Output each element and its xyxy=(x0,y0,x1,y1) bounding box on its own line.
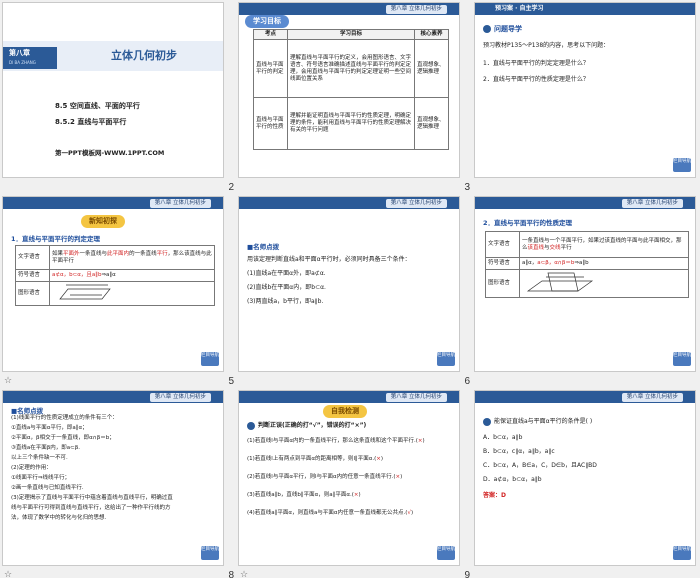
option-a: A．b⊂α，a∥b xyxy=(483,434,523,441)
header-bar: 第八章 立体几何初步 xyxy=(3,391,223,403)
slide-3: 预习案 · 自主学习 问题导学 预习教材P135～P138的内容，思考以下问题：… xyxy=(474,2,696,178)
slide-number: 6 xyxy=(464,376,470,387)
question-heading: 问题导学 xyxy=(483,25,522,34)
table-cell: 直线与平面平行的判定 xyxy=(253,39,288,98)
section-pill: 自我检测 xyxy=(323,405,367,418)
footer-text: 第一PPT模板网-WWW.1PPT.COM xyxy=(55,149,165,157)
theorem-table: 文字语言 一条直线与一个平面平行，如果过该直线的平面与此平面相交，那么该直线与交… xyxy=(485,231,689,298)
section-title: 8.5 空间直线、平面的平行 xyxy=(55,102,140,110)
slide-2: 第八章 立体几何初步 学习目标 考点 学习目标 核心素养 直线与平面平行的判定 … xyxy=(238,2,460,178)
back-to-nav-button[interactable]: 栏目导航 xyxy=(201,546,219,560)
definition-heading: 1．直线与平面平行的判定定理 xyxy=(11,235,101,243)
plane-figure xyxy=(59,284,111,300)
instruction-text: 判断正误(正确的打“√”，错误的打“×”) xyxy=(247,421,366,430)
star-icon: ☆ xyxy=(240,570,249,578)
table-cell: 理解直线与平面平行的定义，会用图形语言、文字语言、符号语言准确描述直线与平面平行… xyxy=(287,39,415,98)
option-d: D．a⊄α，b⊂α，a∥b xyxy=(483,476,542,483)
chapter-label: 第八章 xyxy=(9,49,30,57)
section-pill: 新知初探 xyxy=(81,215,125,228)
table-header: 核心素养 xyxy=(414,29,449,40)
header-bar: 第八章 立体几何初步 xyxy=(239,391,459,403)
slide-8: 第八章 立体几何初步 自我检测 判断正误(正确的打“√”，错误的打“×”) (1… xyxy=(238,390,460,566)
back-to-nav-button[interactable]: 栏目导航 xyxy=(437,352,455,366)
slide-9: 第八章 立体几何初步 能保证直线a与平面α平行的条件是( ) A．b⊂α，a∥b… xyxy=(474,390,696,566)
figure-cell xyxy=(49,281,215,306)
plane-intersection-figure xyxy=(526,272,594,292)
tip-heading: ■名师点拨 xyxy=(247,243,280,251)
slide-1: 第八章 DI BA ZHANG 立体几何初步 8.5 空间直线、平面的平行 8.… xyxy=(2,2,224,178)
slide-6: 第八章 立体几何初步 2．直线与平面平行的性质定理 文字语言 一条直线与一个平面… xyxy=(474,196,696,372)
answer-text: 答案：D xyxy=(483,492,506,499)
header-bar: 第八章 立体几何初步 xyxy=(475,391,695,403)
slide-title: 立体几何初步 xyxy=(111,49,177,62)
header-bar: 预习案 · 自主学习 xyxy=(475,3,695,15)
slide-number: 2 xyxy=(228,182,234,193)
question-2: 2．直线与平面平行的性质定理是什么？ xyxy=(483,76,589,83)
chapter-tag: 第八章 立体几何初步 xyxy=(385,5,447,14)
option-b: B．b⊂α，c∥α，a∥b，a∥c xyxy=(483,448,555,455)
table-header: 考点 xyxy=(253,29,288,40)
definition-heading: 2．直线与平面平行的性质定理 xyxy=(483,219,573,227)
header-bar: 第八章 立体几何初步 xyxy=(239,197,459,209)
star-icon: ☆ xyxy=(4,570,13,578)
header-bar: 第八章 立体几何初步 xyxy=(475,197,695,209)
slide-number: 9 xyxy=(464,570,470,578)
slide-7: 第八章 立体几何初步 ■名师点拨 (1)线面平行的性质定理成立的条件有三个： ①… xyxy=(2,390,224,566)
back-to-nav-button[interactable]: 栏目导航 xyxy=(673,352,691,366)
subsection-title: 8.5.2 直线与平面平行 xyxy=(55,118,127,126)
slide-number: 8 xyxy=(228,570,234,578)
question-icon xyxy=(483,25,491,33)
table-header: 学习目标 xyxy=(287,29,415,40)
theorem-table: 文字语言 如果平面外一条直线与此平面内的一条直线平行，那么该直线与此平面平行 符… xyxy=(15,245,215,306)
question-icon xyxy=(247,421,255,430)
question-1: 1．直线与平面平行的判定定理是什么？ xyxy=(483,60,589,67)
question-icon xyxy=(483,417,491,426)
chapter-pinyin: DI BA ZHANG xyxy=(9,60,36,65)
table-cell: 理解并能证明直线与平面平行的性质定理，明确定理的条件，能利用直线与平面平行的性质… xyxy=(287,97,415,150)
back-to-nav-button[interactable]: 栏目导航 xyxy=(201,352,219,366)
table-cell: 直线与平面平行的性质 xyxy=(253,97,288,150)
slide-number: 3 xyxy=(464,182,470,193)
section-pill: 学习目标 xyxy=(245,15,289,28)
table-cell: 直观想象、逻辑推理 xyxy=(414,97,449,150)
goals-table: 考点 学习目标 核心素养 直线与平面平行的判定 理解直线与平面平行的定义，会用图… xyxy=(253,29,449,150)
figure-cell xyxy=(519,269,689,298)
back-to-nav-button[interactable]: 栏目导航 xyxy=(437,546,455,560)
chapter-block: 第八章 DI BA ZHANG xyxy=(3,47,57,69)
header-bar: 第八章 立体几何初步 xyxy=(3,197,223,209)
preview-label: 预习案 · 自主学习 xyxy=(495,5,544,12)
slide-4: 第八章 立体几何初步 新知初探 1．直线与平面平行的判定定理 文字语言 如果平面… xyxy=(2,196,224,372)
table-cell: 直观想象、逻辑推理 xyxy=(414,39,449,98)
slide-5: 第八章 立体几何初步 ■名师点拨 用该定理判断直线a和平面α平行时，必须同时具备… xyxy=(238,196,460,372)
intro-text: 预习教材P135～P138的内容，思考以下问题： xyxy=(483,42,610,49)
back-to-nav-button[interactable]: 栏目导航 xyxy=(673,158,691,172)
back-to-nav-button[interactable]: 栏目导航 xyxy=(673,546,691,560)
header-bar: 第八章 立体几何初步 xyxy=(239,3,459,15)
question-text: 能保证直线a与平面α平行的条件是( ) xyxy=(483,417,592,426)
star-icon: ☆ xyxy=(4,376,13,386)
slide-number: 5 xyxy=(228,376,234,387)
option-c: C．b⊂α，A，B∈a，C，D∈b，且AC∥BD xyxy=(483,462,597,469)
